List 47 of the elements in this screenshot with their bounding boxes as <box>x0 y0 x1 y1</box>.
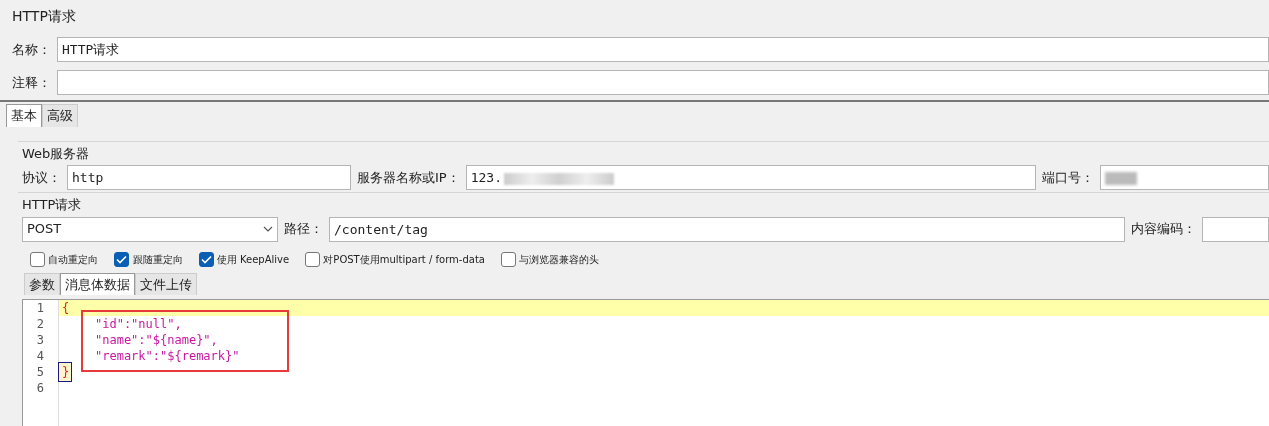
checkbox[interactable] <box>30 251 45 267</box>
port-field[interactable] <box>1099 165 1269 190</box>
tab[interactable]: 高级 <box>42 104 78 127</box>
checkbox[interactable] <box>198 251 214 267</box>
tab[interactable]: 消息体数据 <box>60 272 135 295</box>
tab[interactable]: 基本 <box>6 104 42 127</box>
encoding-label: 内容编码： <box>1131 220 1196 239</box>
line-number: 5 <box>35 364 45 380</box>
server-field[interactable]: 123. <box>465 165 1036 190</box>
protocol-field[interactable]: http <box>67 165 351 190</box>
line-number: 3 <box>35 332 45 348</box>
code-line: "name":"${name}", <box>94 333 218 347</box>
checkbox[interactable] <box>500 251 516 267</box>
checkbox-label: 自动重定向 <box>48 252 99 267</box>
protocol-label: 协议： <box>22 168 61 187</box>
code-line: "remark":"${remark}" <box>94 349 240 363</box>
checkbox-label: 对POST使用multipart / form-data <box>323 252 485 267</box>
line-number: 4 <box>35 348 45 364</box>
code-line: "id":"null", <box>94 317 182 331</box>
group-title: HTTP请求 <box>21 196 82 214</box>
tab[interactable]: 参数 <box>24 272 60 295</box>
port-label: 端口号： <box>1041 168 1094 187</box>
code-line: { <box>61 301 70 315</box>
line-number: 2 <box>35 316 45 332</box>
method-select[interactable]: POST <box>22 216 278 242</box>
panel-title: HTTP请求 <box>11 7 77 26</box>
checkbox-label: 使用 KeepAlive <box>216 252 290 267</box>
line-number: 6 <box>35 380 45 396</box>
comment-label: 注释： <box>12 73 51 92</box>
group-title: Web服务器 <box>21 144 90 163</box>
encoding-field[interactable] <box>1202 216 1269 242</box>
redacted-text <box>1104 172 1137 185</box>
checkbox[interactable] <box>305 251 321 267</box>
caret-icon <box>263 226 273 232</box>
name-label: 名称： <box>12 40 51 59</box>
checkbox-label: 与浏览器兼容的头 <box>519 252 600 267</box>
path-field[interactable]: /content/tag <box>329 216 1125 242</box>
comment-field[interactable] <box>57 70 1269 95</box>
method-text: POST <box>27 220 62 239</box>
name-field[interactable]: HTTP请求 <box>57 37 1269 62</box>
line-number: 1 <box>35 300 45 316</box>
tab[interactable]: 文件上传 <box>135 272 197 295</box>
server-label: 服务器名称或IP： <box>357 168 460 187</box>
checkbox-label: 跟随重定向 <box>132 252 183 267</box>
checkbox[interactable] <box>114 251 130 267</box>
server-text: 123. <box>470 170 502 185</box>
path-label: 路径： <box>284 220 323 239</box>
